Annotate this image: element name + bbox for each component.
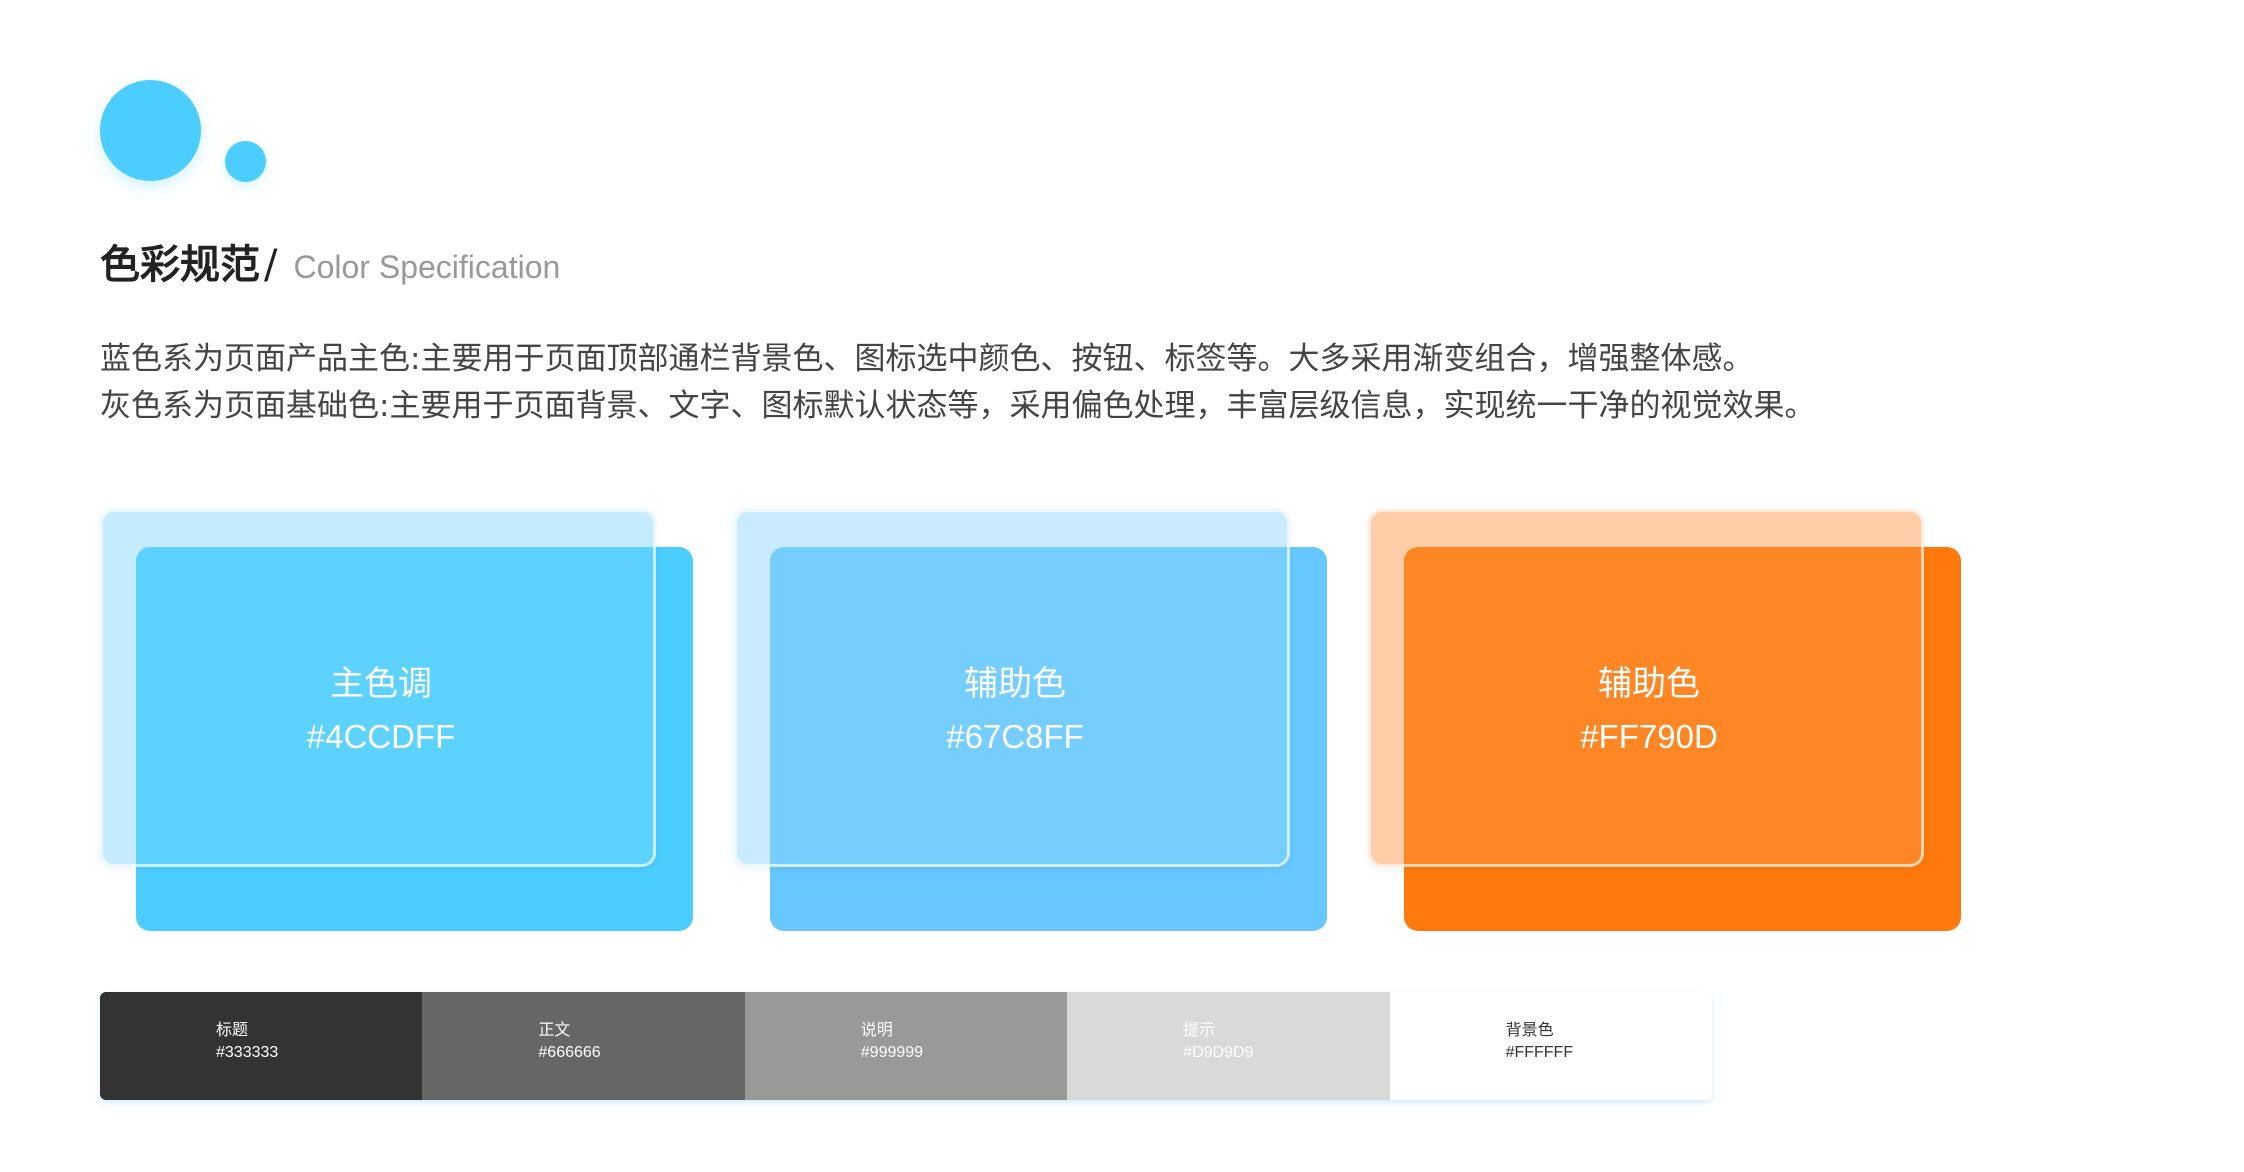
description-line-blue: 蓝色系为页面产品主色:主要用于页面顶部通栏背景色、图标选中颜色、按钮、标签等。大… bbox=[100, 341, 1754, 377]
card-label: 辅助色 bbox=[964, 664, 1066, 704]
swatch-name: 标题 bbox=[216, 1020, 249, 1039]
card-glass-layer: 辅助色 #67C8FF bbox=[734, 509, 1290, 867]
card-color-code: #67C8FF bbox=[946, 718, 1084, 755]
swatch-background: 背景色 #FFFFFF bbox=[1389, 992, 1712, 1100]
swatch-caption: 说明 #999999 bbox=[744, 992, 1068, 1100]
swatch-title: 标题 #333333 bbox=[100, 992, 423, 1100]
swatch-code: #FFFFFF bbox=[1505, 1044, 1574, 1061]
swatch-body: 正文 #666666 bbox=[422, 992, 745, 1100]
card-glass-layer: 辅助色 #FF790D bbox=[1368, 509, 1924, 867]
title-english: Color Specification bbox=[293, 249, 561, 285]
swatch-code: #666666 bbox=[538, 1044, 601, 1061]
card-color-code: #4CCDFF bbox=[306, 718, 456, 755]
color-card-secondary-blue: 辅助色 #67C8FF bbox=[734, 509, 1334, 931]
swatch-name: 背景色 bbox=[1505, 1020, 1554, 1039]
swatch-hint: 提示 #D9D9D9 bbox=[1067, 992, 1390, 1100]
description: 蓝色系为页面产品主色:主要用于页面顶部通栏背景色、图标选中颜色、按钮、标签等。大… bbox=[100, 336, 2100, 430]
card-glass-layer: 主色调 #4CCDFF bbox=[100, 509, 656, 867]
swatch-code: #999999 bbox=[860, 1044, 924, 1061]
swatch-name: 提示 bbox=[1183, 1020, 1216, 1039]
swatch-text: 背景色 #FFFFFF bbox=[1506, 1018, 1574, 1064]
description-line-gray: 灰色系为页面基础色:主要用于页面背景、文字、图标默认状态等，采用偏色处理，丰富层… bbox=[100, 388, 1816, 424]
card-label: 主色调 bbox=[330, 664, 432, 704]
swatch-code: #333333 bbox=[216, 1044, 279, 1061]
title-slash: / bbox=[264, 242, 278, 288]
color-card-primary: 主色调 #4CCDFF bbox=[100, 509, 700, 931]
page-title: 色彩规范 / Color Specification bbox=[100, 232, 560, 292]
decorative-dot-small bbox=[225, 141, 266, 182]
gray-palette: 标题 #333333 正文 #666666 说明 #999999 提示 #D9D… bbox=[100, 992, 1712, 1100]
swatch-text: 说明 #999999 bbox=[861, 1018, 923, 1064]
swatch-code: #D9D9D9 bbox=[1183, 1044, 1254, 1061]
swatch-name: 说明 bbox=[860, 1020, 893, 1039]
swatch-text: 标题 #333333 bbox=[216, 1018, 278, 1064]
decorative-dot-large bbox=[100, 80, 201, 181]
color-card-secondary-orange: 辅助色 #FF790D bbox=[1368, 509, 1968, 931]
swatch-name: 正文 bbox=[538, 1020, 571, 1039]
swatch-text: 正文 #666666 bbox=[538, 1018, 600, 1064]
swatch-text: 提示 #D9D9D9 bbox=[1183, 1018, 1253, 1064]
title-chinese: 色彩规范 bbox=[100, 242, 260, 288]
card-color-code: #FF790D bbox=[1580, 718, 1718, 755]
card-label: 辅助色 bbox=[1598, 664, 1700, 704]
